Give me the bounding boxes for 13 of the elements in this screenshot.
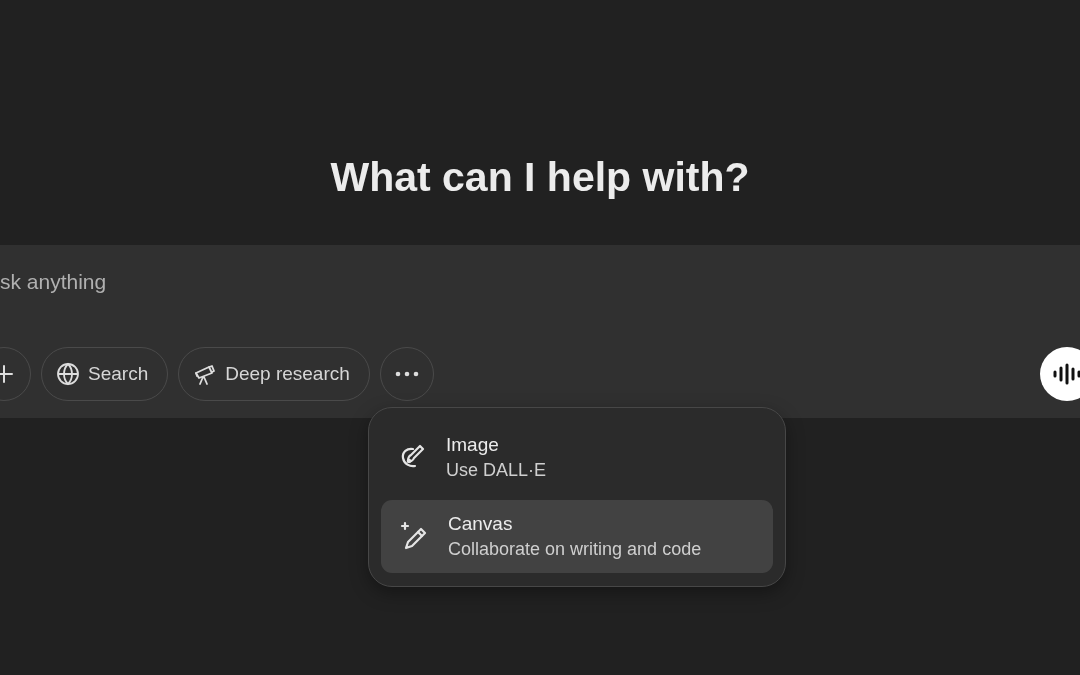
telescope-icon (193, 362, 218, 386)
voice-button[interactable] (1040, 347, 1080, 401)
menu-item-title: Canvas (448, 513, 514, 535)
menu-item-title: Image (446, 434, 500, 456)
menu-item[interactable]: Image Use DALL·E (381, 421, 773, 494)
menu-item-subtitle: Collaborate on writing and code (448, 539, 702, 560)
waveform-icon (1052, 363, 1080, 385)
menu-item-subtitle: Use DALL·E (446, 460, 547, 481)
prompt-field[interactable]: sk anything (0, 245, 300, 297)
globe-icon (56, 362, 80, 386)
menu-item[interactable]: Canvas Collaborate on writing and code (381, 500, 773, 573)
more-icon (394, 371, 419, 377)
heading: What can I help with? (329, 153, 751, 202)
